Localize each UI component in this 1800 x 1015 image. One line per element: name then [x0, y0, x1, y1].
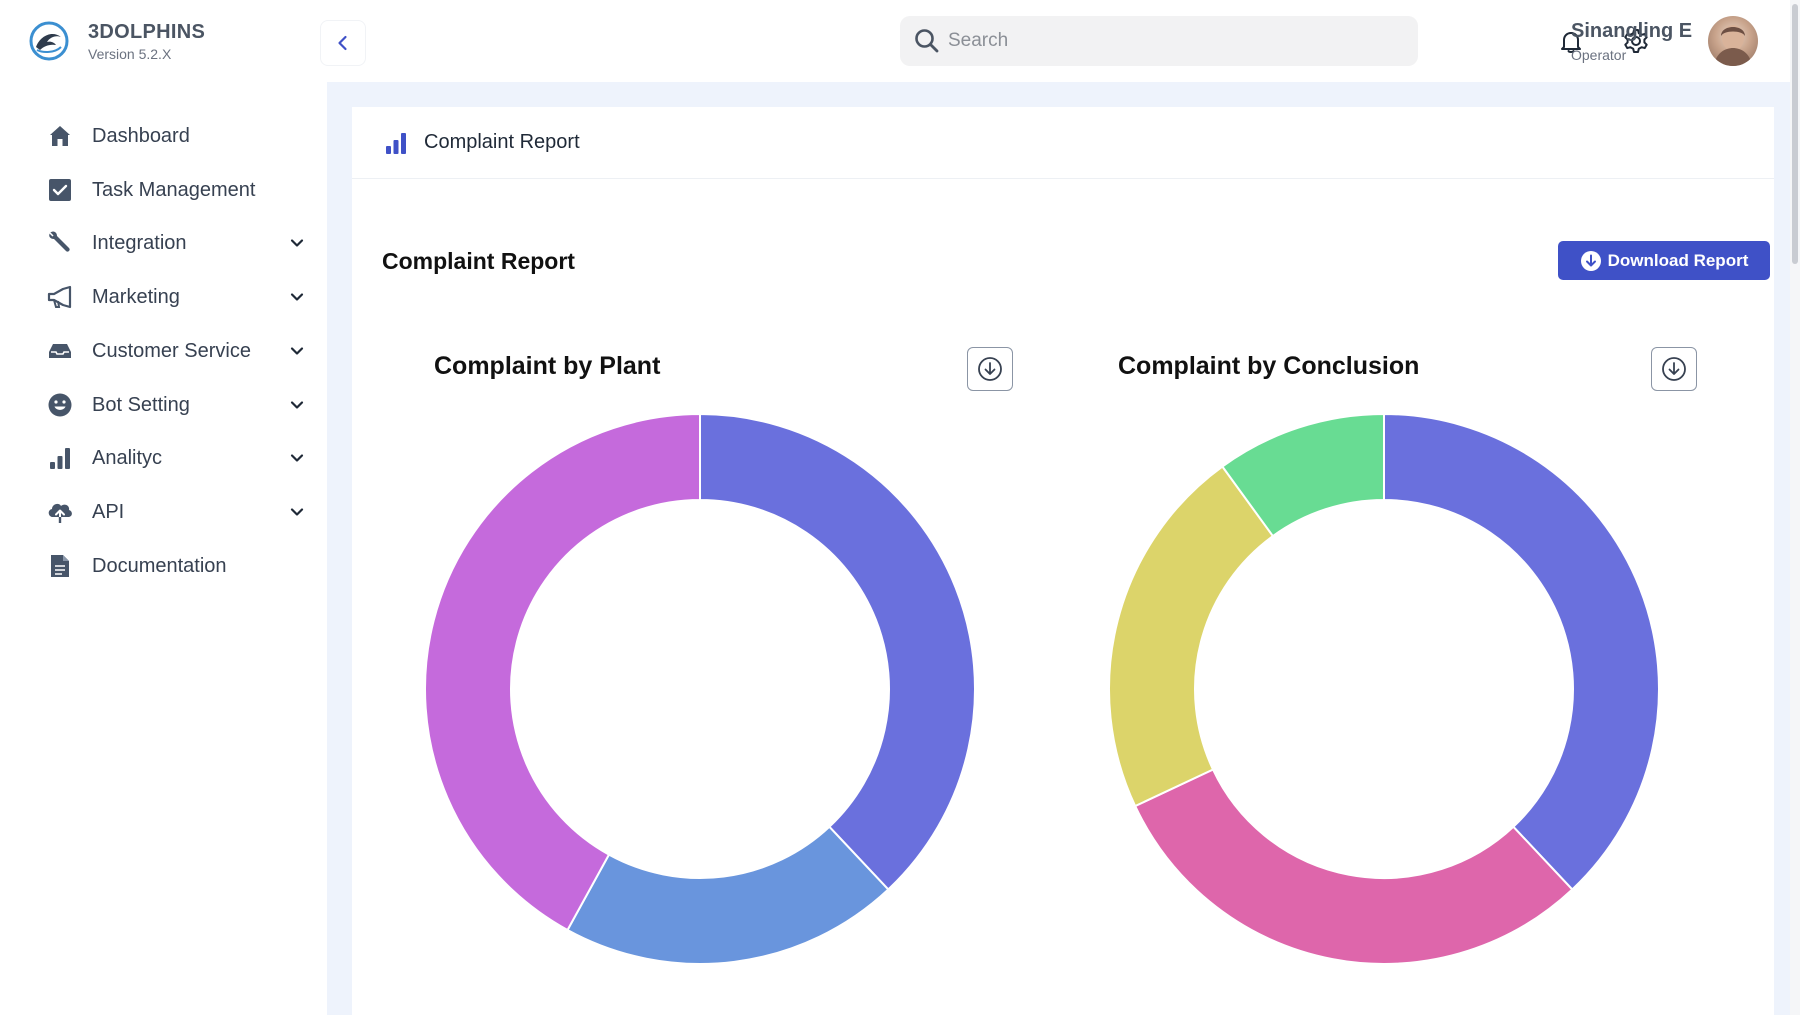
chevron-down-icon[interactable]: [286, 394, 308, 416]
search-input[interactable]: [948, 30, 1388, 52]
download-chart-plant-button[interactable]: [967, 347, 1013, 391]
donut-slice[interactable]: [566, 825, 890, 965]
document-icon: [46, 552, 74, 580]
scrollbar-thumb[interactable]: [1792, 4, 1798, 264]
sidebar-item-label: Customer Service: [92, 339, 251, 362]
page-title: Complaint Report: [424, 131, 580, 153]
checkbox-icon: [46, 176, 74, 204]
sidebar-item-bot-setting[interactable]: Bot Setting: [46, 385, 308, 425]
bar-chart-icon: [386, 132, 406, 154]
main-content: Complaint Report Complaint Report Downlo…: [327, 82, 1790, 1015]
avatar-photo: [1714, 25, 1752, 66]
sidebar-item-customer-service[interactable]: Customer Service: [46, 331, 308, 371]
download-report-label: Download Report: [1607, 250, 1749, 270]
download-circle-icon: [1580, 250, 1602, 272]
sidebar-item-label: Documentation: [92, 554, 227, 577]
home-icon: [46, 122, 74, 150]
sidebar-item-label: API: [92, 500, 125, 523]
chevron-down-icon[interactable]: [286, 340, 308, 362]
sidebar-item-documentation[interactable]: Documentation: [46, 546, 308, 586]
wrench-icon: [46, 229, 74, 257]
search-icon: [915, 29, 939, 53]
donut-chart-plant: [424, 412, 976, 965]
sidebar-item-label: Integration: [92, 231, 187, 254]
donut-slice[interactable]: [424, 412, 701, 932]
sidebar-item-api[interactable]: API: [46, 492, 308, 532]
sidebar-item-label: Task Management: [92, 178, 256, 201]
sidebar-item-label: Marketing: [92, 285, 180, 308]
sidebar-item-analytic[interactable]: Analityc: [46, 438, 308, 478]
card-header: Complaint Report: [352, 107, 1774, 179]
donut-slice[interactable]: [1108, 465, 1275, 808]
section-title: Complaint Report: [382, 248, 575, 274]
donut-chart-conclusion: [1108, 412, 1660, 965]
download-chart-conclusion-button[interactable]: [1651, 347, 1697, 391]
donut-slice[interactable]: [699, 412, 976, 891]
sidebar-item-label: Bot Setting: [92, 393, 190, 416]
chevron-down-icon[interactable]: [286, 286, 308, 308]
cloud-upload-icon: [46, 498, 74, 526]
download-circle-icon: [1662, 357, 1686, 381]
donut-slice[interactable]: [1383, 412, 1660, 891]
user-info[interactable]: Sinangling E Operator: [1571, 20, 1692, 63]
smiley-icon: [46, 391, 74, 419]
sidebar-item-dashboard[interactable]: Dashboard: [46, 116, 308, 156]
chevron-down-icon[interactable]: [286, 232, 308, 254]
download-report-button[interactable]: Download Report: [1558, 241, 1770, 280]
chart-title-conclusion: Complaint by Conclusion: [1118, 352, 1420, 380]
brand-version: Version 5.2.X: [88, 45, 172, 62]
user-name: Sinangling E: [1571, 20, 1693, 42]
collapse-sidebar-button[interactable]: [320, 20, 366, 66]
top-bar: 3DOLPHINS Version 5.2.X Sinangling E: [0, 0, 1790, 82]
sidebar-item-label: Dashboard: [92, 124, 190, 147]
chevron-left-icon: [338, 35, 347, 51]
bar-chart-icon: [46, 444, 74, 472]
megaphone-icon: [46, 283, 74, 311]
sidebar: Dashboard Task Management Integration Ma…: [0, 82, 327, 1015]
dolphin-logo-icon: [29, 21, 69, 61]
brand-name: 3DOLPHINS: [88, 20, 206, 43]
chevron-down-icon[interactable]: [286, 501, 308, 523]
inbox-icon: [46, 337, 74, 365]
sidebar-item-label: Analityc: [92, 446, 163, 469]
search-box[interactable]: [900, 16, 1418, 66]
sidebar-item-task-management[interactable]: Task Management: [46, 170, 308, 210]
brand[interactable]: 3DOLPHINS Version 5.2.X: [28, 20, 205, 62]
download-circle-icon: [978, 357, 1002, 381]
donut-slice[interactable]: [1133, 768, 1574, 965]
chevron-down-icon[interactable]: [286, 447, 308, 469]
report-card: Complaint Report Complaint Report Downlo…: [352, 107, 1774, 1015]
sidebar-item-marketing[interactable]: Marketing: [46, 277, 308, 317]
avatar[interactable]: [1708, 16, 1758, 66]
page-scrollbar[interactable]: [1790, 0, 1800, 1015]
user-role: Operator: [1571, 47, 1627, 63]
sidebar-item-integration[interactable]: Integration: [46, 223, 308, 263]
chart-title-plant: Complaint by Plant: [434, 352, 661, 380]
